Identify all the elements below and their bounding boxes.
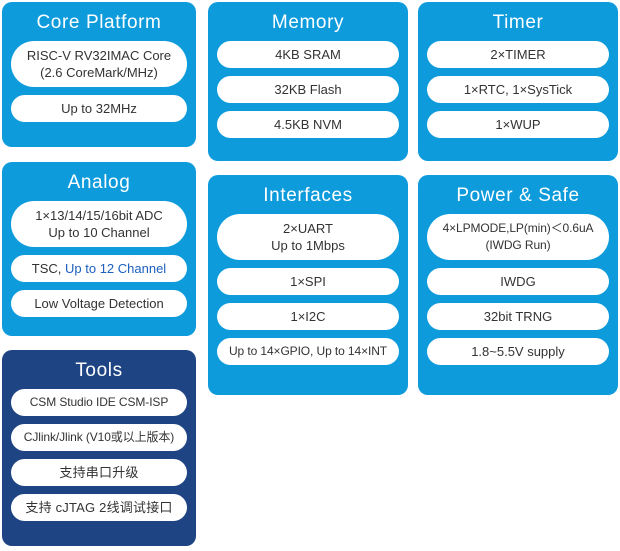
feature-item-line: 1.8~5.5V supply xyxy=(471,344,565,359)
feature-item-line: 1×WUP xyxy=(495,117,541,132)
feature-item-line: 32bit TRNG xyxy=(483,309,553,324)
panel-analog: Analog 1×13/14/15/16bit ADC Up to 10 Cha… xyxy=(2,162,196,336)
panel-interfaces: Interfaces 2×UART Up to 1Mbps 1×SPI 1×I2… xyxy=(208,175,408,395)
feature-item-line: 4KB SRAM xyxy=(275,47,341,62)
panel-title-power-and-safe: Power & Safe xyxy=(456,185,580,206)
feature-item-line: 4.5KB NVM xyxy=(274,117,342,132)
feature-item-line: 2×UART xyxy=(283,221,333,236)
feature-item-wup: 1×WUP xyxy=(427,111,609,138)
feature-item-line: (2.6 CoreMark/MHz) xyxy=(40,65,158,80)
feature-item-line: 4×LPMODE,LP(min)＜0.6uA xyxy=(442,221,594,235)
feature-item-line: 1×RTC, 1×SysTick xyxy=(463,82,573,97)
feature-item-line: Up to 32MHz xyxy=(61,101,137,116)
feature-item-cjlink-jlink: CJlink/Jlink (V10或以上版本) xyxy=(11,424,187,451)
feature-item-sram: 4KB SRAM xyxy=(217,41,399,68)
panel-core-platform: Core Platform RISC-V RV32IMAC Core (2.6 … xyxy=(2,2,196,147)
feature-item-uart-upgrade-support: 支持串口升级 xyxy=(11,459,187,486)
feature-item-accent: Up to 12 Channel xyxy=(65,261,167,276)
feature-item-line: 1×I2C xyxy=(290,309,326,324)
panel-power-and-safe: Power & Safe 4×LPMODE,LP(min)＜0.6uA (IWD… xyxy=(418,175,618,395)
panel-tools: Tools CSM Studio IDE CSM-ISP CJlink/Jlin… xyxy=(2,350,196,546)
feature-item-trng: 32bit TRNG xyxy=(427,303,609,330)
panel-memory: Memory 4KB SRAM 32KB Flash 4.5KB NVM xyxy=(208,2,408,161)
feature-item-line: Up to 1Mbps xyxy=(271,238,345,253)
feature-item-i2c: 1×I2C xyxy=(217,303,399,330)
feature-item-timer: 2×TIMER xyxy=(427,41,609,68)
panel-title-analog: Analog xyxy=(67,172,131,193)
feature-item-line: CSM Studio IDE CSM-ISP xyxy=(29,395,169,409)
feature-item-line: Up to 10 Channel xyxy=(48,225,150,240)
feature-item-nvm: 4.5KB NVM xyxy=(217,111,399,138)
feature-item-uart: 2×UART Up to 1Mbps xyxy=(217,214,399,260)
feature-item-supply-voltage: 1.8~5.5V supply xyxy=(427,338,609,365)
feature-item-line: RISC-V RV32IMAC Core xyxy=(26,48,172,63)
feature-item-line: Up to 14×GPIO, Up to 14×INT xyxy=(228,344,388,358)
panel-title-timer: Timer xyxy=(492,12,544,33)
panel-title-interfaces: Interfaces xyxy=(263,185,353,206)
feature-item-line: TSC, Up to 12 Channel xyxy=(32,260,166,277)
feature-item-flash: 32KB Flash xyxy=(217,76,399,103)
feature-item-tsc: TSC, Up to 12 Channel xyxy=(11,255,187,282)
feature-item-line: 1×13/14/15/16bit ADC xyxy=(35,208,163,223)
feature-item-line: 1×SPI xyxy=(290,274,326,289)
feature-item-adc: 1×13/14/15/16bit ADC Up to 10 Channel xyxy=(11,201,187,247)
feature-item-risc-v-core: RISC-V RV32IMAC Core (2.6 CoreMark/MHz) xyxy=(11,41,187,87)
feature-overview-board: Core Platform RISC-V RV32IMAC Core (2.6 … xyxy=(0,0,620,551)
feature-item-max-frequency: Up to 32MHz xyxy=(11,95,187,122)
feature-item-line: 2×TIMER xyxy=(490,47,546,62)
feature-item-rtc-systick: 1×RTC, 1×SysTick xyxy=(427,76,609,103)
feature-item-spi: 1×SPI xyxy=(217,268,399,295)
feature-item-cjtag-debug-support: 支持 cJTAG 2线调试接口 xyxy=(11,494,187,521)
feature-item-line: 32KB Flash xyxy=(274,82,342,97)
panel-timer: Timer 2×TIMER 1×RTC, 1×SysTick 1×WUP xyxy=(418,2,618,161)
feature-item-gpio-int: Up to 14×GPIO, Up to 14×INT xyxy=(217,338,399,365)
feature-item-line: Low Voltage Detection xyxy=(34,296,164,311)
feature-item-iwdg: IWDG xyxy=(427,268,609,295)
panel-title-core-platform: Core Platform xyxy=(36,12,162,33)
feature-item-low-voltage-detection: Low Voltage Detection xyxy=(11,290,187,317)
feature-item-line: 支持 cJTAG 2线调试接口 xyxy=(25,500,173,515)
feature-item-lpmode: 4×LPMODE,LP(min)＜0.6uA (IWDG Run) xyxy=(427,214,609,260)
feature-item-line: 支持串口升级 xyxy=(59,465,139,480)
feature-item-csm-studio-ide: CSM Studio IDE CSM-ISP xyxy=(11,389,187,416)
feature-item-line: IWDG xyxy=(500,274,536,289)
feature-item-prefix: TSC, xyxy=(31,261,66,276)
panel-title-memory: Memory xyxy=(271,12,345,33)
feature-item-line: CJlink/Jlink (V10或以上版本) xyxy=(23,430,175,444)
feature-item-line: (IWDG Run) xyxy=(485,238,551,252)
panel-title-tools: Tools xyxy=(75,360,123,381)
